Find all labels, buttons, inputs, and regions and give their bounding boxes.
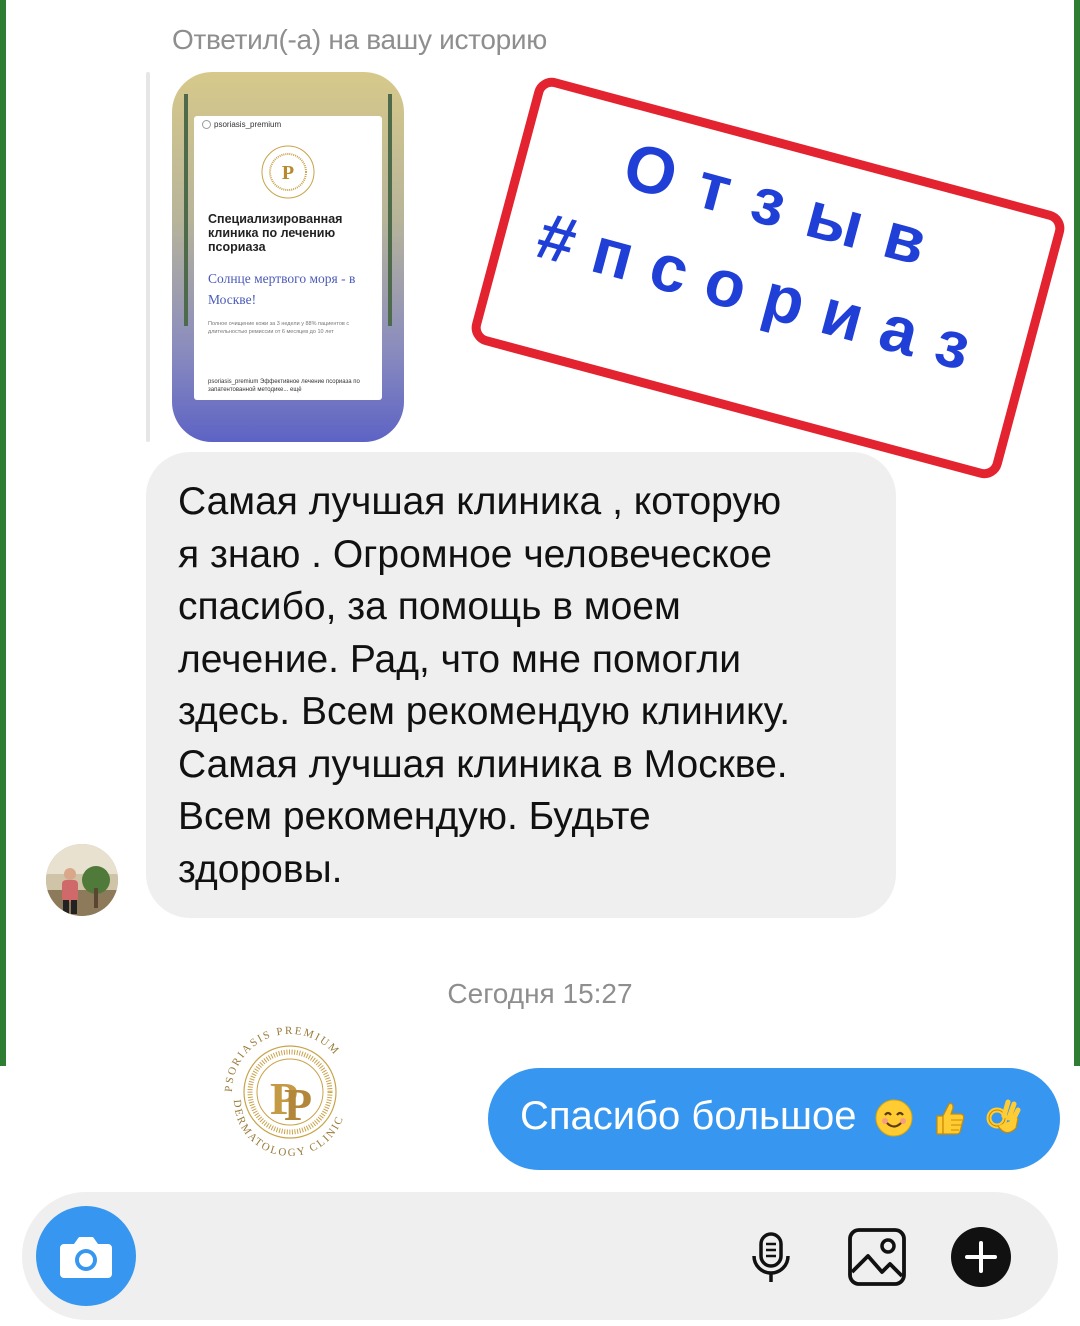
story-side-strip-left bbox=[184, 94, 188, 326]
story-headline: Специализированная клиника по лечению пс… bbox=[208, 212, 343, 254]
story-reply-note: Ответил(-а) на вашу историю bbox=[172, 24, 547, 55]
sender-avatar[interactable] bbox=[46, 844, 118, 916]
story-caption: psoriasis_premium Эффективное лечение пс… bbox=[208, 379, 360, 393]
sender-avatar-photo bbox=[46, 844, 118, 916]
incoming-message-bubble[interactable]: Самая лучшая клиника , которую я знаю . … bbox=[146, 452, 896, 918]
image-icon[interactable] bbox=[846, 1226, 908, 1288]
incoming-message-text: Самая лучшая клиника , которую я знаю . … bbox=[178, 480, 791, 891]
ok-hand-icon bbox=[986, 1099, 1021, 1134]
outgoing-message-text: Спасибо большое bbox=[520, 1094, 857, 1138]
story-subheadline: Солнце мертвого моря - в Москве! bbox=[208, 271, 356, 307]
camera-icon bbox=[60, 1237, 112, 1278]
camera-button[interactable] bbox=[36, 1206, 136, 1306]
story-fine-print: Полное очищение кожи за 3 недели у 88% п… bbox=[208, 321, 350, 335]
story-side-strip-right bbox=[388, 94, 392, 326]
message-timestamp: Сегодня 15:27 bbox=[447, 978, 633, 1009]
smiling-face-icon bbox=[875, 1099, 913, 1137]
message-composer[interactable] bbox=[22, 1192, 1058, 1320]
window-edge-left bbox=[0, 0, 6, 1066]
svg-text:P: P bbox=[284, 1079, 312, 1130]
story-account-avatar bbox=[202, 120, 211, 130]
thumbs-up-icon bbox=[936, 1103, 964, 1136]
reply-indicator-line bbox=[146, 72, 150, 442]
story-account: psoriasis_premium bbox=[202, 120, 282, 130]
story-preview[interactable]: psoriasis_premium P Специализированная к… bbox=[172, 72, 404, 442]
story-brand-logo: P bbox=[261, 145, 315, 199]
svg-text:P: P bbox=[282, 162, 294, 184]
story-account-name: psoriasis_premium bbox=[214, 120, 282, 129]
outgoing-message-content: Спасибо большое bbox=[520, 1094, 1022, 1139]
plus-icon[interactable] bbox=[950, 1226, 1012, 1288]
brand-logo-avatar[interactable]: PSORIASIS PREMIUM DERMATOLOGY CLINIC P P bbox=[212, 1014, 368, 1170]
window-edge-right bbox=[1074, 0, 1080, 1066]
review-stamp: Отзыв #псориаз bbox=[467, 73, 1069, 483]
story-card: psoriasis_premium P Специализированная к… bbox=[194, 116, 382, 400]
outgoing-message-bubble[interactable]: Спасибо большое bbox=[488, 1068, 1060, 1170]
microphone-icon[interactable] bbox=[740, 1226, 802, 1288]
